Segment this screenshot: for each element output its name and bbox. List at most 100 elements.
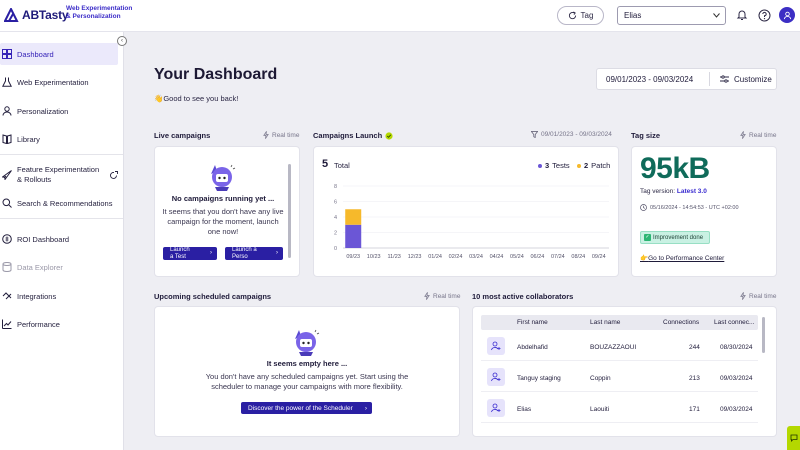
tag-size-value: 95kB [640,152,710,185]
bar-patch [345,209,362,225]
sidebar-item-label: Dashboard [17,49,54,59]
column-header[interactable]: Last connec... [714,319,754,326]
connections-cell: 244 [689,344,700,351]
x-tick-label: 03/24 [469,254,483,260]
bar-tests [345,224,362,248]
campaigns-launch-title-row: Campaigns Launch [313,131,393,140]
help-widget-button[interactable] [787,426,800,450]
tag-button-label: Tag [580,11,594,20]
sidebar-item-performance[interactable]: Performance [0,313,118,335]
collapse-sidebar-button[interactable]: ‹ [117,36,127,46]
sidebar-item-integrations[interactable]: Integrations [0,285,118,307]
last-name-cell: BOUZAZZAOUI [590,344,637,351]
sidebar-item-web-experimentation[interactable]: Web Experimentation [0,71,118,93]
product-name-line2: & Personalization [66,13,121,20]
customize-button[interactable]: Customize [710,75,772,84]
lightning-icon [740,131,746,139]
column-header[interactable]: Connections [663,319,699,326]
logo-text: ABTasty [22,8,69,22]
info-badge-icon [385,131,393,140]
last-name-cell: Laouiti [590,406,610,413]
pointing-hand-icon: 👉 [640,255,649,262]
realtime-label: Real time [749,131,777,139]
upcoming-empty-title: It seems empty here ... [266,359,348,368]
legend-swatch-tests [538,163,542,168]
performance-center-link[interactable]: 👉Go to Performance Center [640,254,724,262]
logo-icon [4,8,19,22]
legend-tests-count: 3 [545,161,550,170]
collaborators-table-header: First name Last name Connections Last co… [481,315,758,330]
performance-center-link-text: Go to Performance Center [648,255,725,262]
collaborators-realtime: Real time [740,292,776,300]
sliders-icon [720,75,729,83]
sidebar-item-label: Performance [17,319,60,329]
realtime-label: Real time [433,292,461,300]
upcoming-title: Upcoming scheduled campaigns [154,292,272,301]
discover-scheduler-button[interactable]: Discover the power of the Scheduler › [241,402,372,414]
legend-tests: 3 Tests [538,161,570,170]
bell-icon[interactable] [734,7,750,23]
table-row: Tanguy staging Coppin 213 09/03/2024 [481,364,758,392]
x-tick-label: 09/23 [346,254,360,260]
launch-total-count: 5 [322,158,329,170]
date-range-picker[interactable]: 09/01/2023 - 09/03/2024 [597,72,710,86]
campaigns-launch-date-filter[interactable]: 09/01/2023 - 09/03/2024 [531,131,612,138]
discover-scheduler-label: Discover the power of the Scheduler [248,404,353,412]
launch-test-button[interactable]: Launch a Test › [163,247,217,260]
legend-swatch-patch [577,163,581,168]
column-header[interactable]: First name [517,319,548,326]
live-campaigns-realtime: Real time [263,131,299,139]
sidebar: Dashboard Web Experimentation Personaliz… [0,32,124,450]
y-tick-label: 8 [334,184,337,190]
launch-perso-button[interactable]: Launch a Perso › [225,247,283,260]
last-name-cell: Coppin [590,375,611,382]
table-row: Abdelhafid BOUZAZZAOUI 244 08/30/2024 [481,333,758,361]
logo[interactable]: ABTasty [4,8,69,22]
first-name-cell: Elias [517,406,532,413]
external-link-icon [110,171,118,179]
realtime-label: Real time [272,131,300,139]
top-bar: ABTasty Web Experimentation & Personaliz… [0,0,800,32]
customize-label: Customize [734,74,772,84]
user-avatar[interactable] [779,7,795,23]
live-empty-text: It seems that you don't have any live ca… [162,207,284,236]
user-add-icon [487,337,505,355]
y-tick-label: 0 [334,246,337,252]
collaborators-scrollbar[interactable] [762,317,765,353]
live-campaigns-scrollbar[interactable] [288,164,291,258]
launch-perso-label-line2: Perso [232,253,248,260]
upcoming-empty-text: You don't have any scheduled campaigns y… [205,372,409,391]
sidebar-item-personalization[interactable]: Personalization [0,100,118,122]
sidebar-item-roi-dashboard[interactable]: ROI Dashboard [0,228,118,250]
sidebar-divider [0,218,123,219]
tag-button[interactable]: Tag [557,6,604,25]
product-name: Web Experimentation & Personalization [66,5,132,21]
sidebar-item-library[interactable]: Library [0,128,118,150]
x-tick-label: 06/24 [531,254,545,260]
page-title: Your Dashboard [154,66,278,83]
sidebar-item-dashboard[interactable]: Dashboard [0,43,118,65]
x-tick-label: 12/23 [408,254,422,260]
user-icon [783,11,791,19]
sidebar-item-data-explorer[interactable]: Data Explorer [0,256,118,278]
sidebar-item-feature-experimentation[interactable]: Feature Experimentation & Rollouts [0,162,118,188]
person-icon [2,106,12,116]
account-select[interactable]: Elias [617,6,726,25]
column-header[interactable]: Last name [590,319,620,326]
tag-version-value[interactable]: Latest 3.0 [677,188,707,195]
date-filter: 09/01/2023 - 09/03/2024 Customize [596,68,777,90]
clock-icon [640,204,647,211]
chat-icon [790,434,797,442]
performance-icon [2,319,12,329]
chevron-down-icon [713,13,720,18]
legend-patch: 2 Patch [577,161,610,170]
upcoming-realtime: Real time [424,292,460,300]
help-icon[interactable] [756,7,772,23]
greeting: 👋Good to see you back! [154,94,238,103]
check-icon: ✓ [644,234,651,241]
product-name-line1: Web Experimentation [66,5,133,12]
live-campaigns-title: Live campaigns [154,131,211,140]
sidebar-item-search-recommendations[interactable]: Search & Recommendations [0,192,118,214]
sidebar-item-label: ROI Dashboard [17,234,70,244]
x-tick-label: 09/24 [592,254,606,260]
